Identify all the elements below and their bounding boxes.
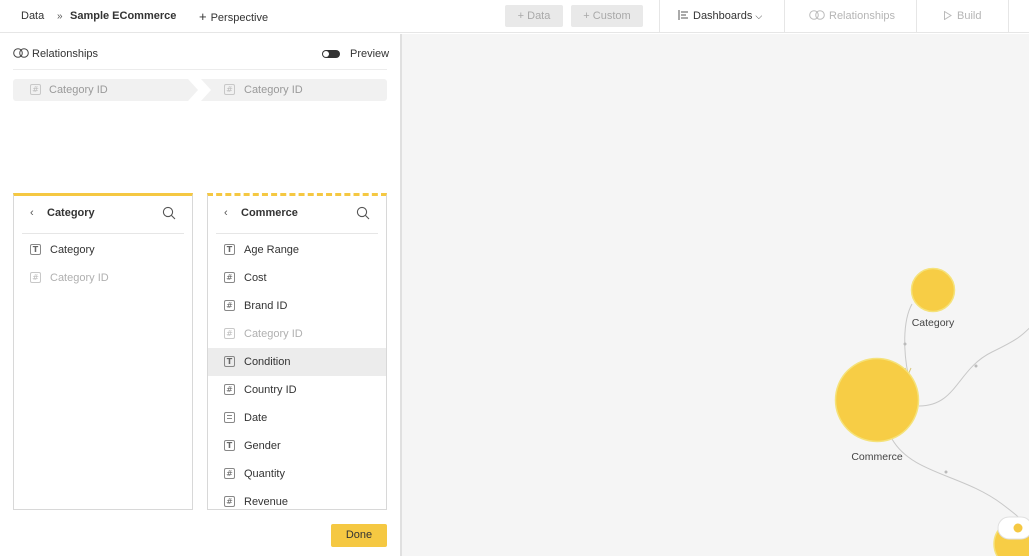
node-badge-dot [1013, 523, 1023, 533]
field-brand-id[interactable]: # Brand ID [208, 292, 386, 320]
preview-label: Preview [350, 48, 390, 60]
field-cost[interactable]: # Cost [208, 264, 386, 292]
toolbar-divider [916, 0, 917, 33]
model-canvas[interactable]: Category Commerce [402, 34, 1029, 556]
add-data-button[interactable]: + Data [505, 5, 563, 27]
field-label: Category ID [50, 272, 109, 284]
breadcrumb-data-link[interactable]: Data [21, 0, 44, 33]
search-icon[interactable] [162, 206, 176, 220]
preview-toggle[interactable] [322, 50, 340, 58]
text-type-icon: T [224, 440, 235, 451]
number-icon: # [224, 328, 235, 339]
field-gender[interactable]: T Gender [208, 432, 386, 460]
divider [216, 233, 378, 234]
field-label: Age Range [244, 244, 300, 256]
back-chevron-icon[interactable]: ‹ [224, 207, 228, 219]
field-condition[interactable]: T Condition [208, 348, 386, 376]
card-title: Category [47, 207, 95, 219]
number-icon: # [224, 300, 235, 311]
field-label: Date [244, 412, 268, 424]
dashboards-label: Dashboards [693, 10, 753, 22]
toolbar-divider [659, 0, 660, 33]
relationships-tab[interactable]: Relationships [809, 0, 895, 33]
commerce-node[interactable] [834, 357, 920, 443]
relationship-left-field[interactable]: # Category ID [13, 79, 198, 101]
add-custom-button[interactable]: + Custom [571, 5, 643, 27]
chevron-down-icon: ⌵ [755, 11, 763, 21]
field-age-range[interactable]: T Age Range [208, 236, 386, 264]
model-title: Sample ECommerce [70, 10, 177, 22]
number-icon: # [224, 468, 235, 479]
number-icon: # [224, 496, 235, 507]
field-label: Cost [244, 272, 267, 284]
left-field-label: Category ID [49, 84, 108, 96]
edge-midpoint [903, 342, 907, 346]
commerce-node-label: Commerce [851, 451, 903, 463]
field-quantity[interactable]: # Quantity [208, 460, 386, 488]
text-type-icon: T [224, 356, 235, 367]
relationships-icon [13, 48, 29, 58]
field-label: Category [50, 244, 95, 256]
field-date[interactable]: Date [208, 404, 386, 432]
relationships-panel: Relationships Preview # Category ID # Ca… [0, 34, 400, 556]
dashboards-dropdown[interactable]: Dashboards ⌵ [678, 0, 762, 33]
field-label: Quantity [244, 468, 285, 480]
card-title: Commerce [241, 207, 298, 219]
number-icon: # [224, 384, 235, 395]
back-chevron-icon[interactable]: ‹ [30, 207, 34, 219]
panel-title: Relationships [32, 48, 99, 60]
edge-midpoint [974, 364, 978, 368]
edge-midpoint [944, 470, 948, 474]
right-field-label: Category ID [244, 84, 303, 96]
toolbar-divider [1008, 0, 1009, 33]
calendar-icon [224, 412, 235, 423]
number-icon: # [224, 272, 235, 283]
edge-category-commerce[interactable] [904, 303, 913, 375]
build-button[interactable]: Build [944, 0, 981, 33]
done-button[interactable]: Done [331, 524, 387, 547]
field-category-id[interactable]: # Category ID [208, 320, 386, 348]
card-header: ‹ Category [14, 196, 192, 232]
category-node[interactable] [910, 267, 956, 313]
field-label: Condition [244, 356, 291, 368]
number-icon: # [30, 84, 41, 95]
field-category-id[interactable]: # Category ID [14, 264, 192, 292]
panel-header: Relationships [13, 46, 98, 62]
relationship-right-field[interactable]: # Category ID [201, 79, 387, 101]
play-icon [944, 10, 952, 21]
top-bar: Data » Sample ECommerce + Perspective + D… [0, 0, 1029, 33]
relationships-tab-label: Relationships [829, 10, 896, 22]
dashboards-icon [678, 10, 688, 20]
field-revenue[interactable]: # Revenue [208, 488, 386, 509]
field-label: Brand ID [244, 300, 288, 312]
card-header: ‹ Commerce [208, 196, 386, 232]
build-label: Build [957, 10, 982, 22]
number-icon: # [224, 84, 235, 95]
edge-commerce-right[interactable] [918, 316, 1029, 407]
perspective-label: Perspective [210, 12, 269, 24]
field-country-id[interactable]: # Country ID [208, 376, 386, 404]
category-node-label: Category [912, 317, 955, 329]
number-icon: # [30, 272, 41, 283]
field-label: Category ID [244, 328, 303, 340]
field-label: Country ID [244, 384, 297, 396]
field-label: Revenue [244, 496, 289, 508]
commerce-table-card: ‹ Commerce T Age Range # Cost # Brand ID… [207, 193, 387, 510]
text-type-icon: T [30, 244, 41, 255]
toolbar-divider [784, 0, 785, 33]
divider [13, 69, 387, 70]
field-category[interactable]: T Category [14, 236, 192, 264]
relationship-graph: Category Commerce [834, 267, 1029, 556]
category-table-card: ‹ Category T Category # Category ID [13, 193, 193, 510]
text-type-icon: T [224, 244, 235, 255]
divider [22, 233, 184, 234]
relationships-icon [809, 10, 825, 20]
breadcrumb-separator: » [57, 11, 63, 22]
search-icon[interactable] [356, 206, 370, 220]
plus-icon: + [199, 9, 207, 24]
add-perspective-button[interactable]: + Perspective [199, 0, 268, 33]
field-label: Gender [244, 440, 281, 452]
